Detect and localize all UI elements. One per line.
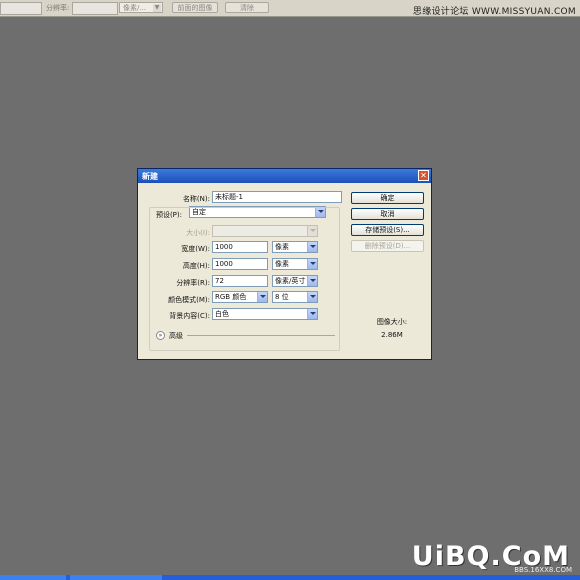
advanced-label: 高级: [169, 332, 183, 340]
units-select[interactable]: 像素/... ▼: [119, 2, 163, 13]
width-input[interactable]: 1000: [212, 241, 268, 253]
taskbar: [0, 575, 580, 580]
image-size-label: 图像大小:: [376, 318, 408, 326]
color-mode-value: RGB 颜色: [215, 293, 247, 301]
width-unit-value: 像素: [275, 243, 289, 251]
background-value: 白色: [215, 310, 229, 318]
dialog-titlebar[interactable]: 新建 ✕: [138, 169, 431, 183]
resolution-label: 分辨率(R):: [176, 279, 210, 287]
chevron-down-icon: ▼: [153, 4, 161, 12]
watermark-bottom-sub: BBS.16XX8.COM: [514, 566, 572, 574]
name-label: 名称(N):: [182, 195, 210, 203]
size-select: [212, 225, 318, 237]
color-mode-select[interactable]: RGB 颜色: [212, 291, 268, 303]
cancel-button[interactable]: 取消: [351, 208, 424, 220]
width-unit-select[interactable]: 像素: [272, 241, 318, 253]
resolution-unit-value: 像素/英寸: [275, 277, 306, 285]
height-unit-value: 像素: [275, 260, 289, 268]
bit-depth-value: 8 位: [275, 293, 289, 301]
resolution-field[interactable]: [72, 2, 118, 15]
delete-preset-button: 删除预设(D)...: [351, 240, 424, 252]
photoshop-workspace: 分辨率: 像素/... ▼ 前面的图像 清除 思缘设计论坛 WWW.MISSYU…: [0, 0, 580, 580]
name-input[interactable]: 未标题-1: [212, 191, 342, 203]
resolution-label: 分辨率:: [46, 4, 70, 12]
dialog-title: 新建: [142, 172, 158, 181]
options-field[interactable]: [0, 2, 42, 15]
chevron-down-icon: [307, 226, 317, 236]
watermark-top: 思缘设计论坛 WWW.MISSYUAN.COM: [412, 7, 576, 17]
resolution-input[interactable]: 72: [212, 275, 268, 287]
chevron-down-icon: [257, 292, 267, 302]
ok-button[interactable]: 确定: [351, 192, 424, 204]
units-select-label: 像素/...: [123, 4, 147, 12]
save-preset-button[interactable]: 存储预设(S)...: [351, 224, 424, 236]
chevron-down-icon: [307, 309, 317, 319]
new-document-dialog: 新建 ✕ 名称(N): 未标题-1 预设(P): 自定 大小(I): 宽度(W)…: [137, 168, 432, 360]
taskbar-item[interactable]: [70, 575, 162, 580]
height-input[interactable]: 1000: [212, 258, 268, 270]
close-icon[interactable]: ✕: [418, 170, 429, 181]
image-size-value: 2.86M: [381, 331, 403, 339]
background-select[interactable]: 白色: [212, 308, 318, 320]
bit-depth-select[interactable]: 8 位: [272, 291, 318, 303]
taskbar-item[interactable]: [0, 575, 66, 580]
clear-button[interactable]: 清除: [225, 2, 269, 13]
chevron-down-icon: [307, 276, 317, 286]
color-mode-label: 颜色模式(M):: [168, 296, 210, 304]
chevron-down-icon: [307, 242, 317, 252]
advanced-divider: [187, 335, 335, 336]
chevron-down-icon: [307, 292, 317, 302]
front-image-button[interactable]: 前面的图像: [172, 2, 218, 13]
resolution-unit-select[interactable]: 像素/英寸: [272, 275, 318, 287]
background-label: 背景内容(C):: [169, 312, 210, 320]
height-label: 高度(H):: [182, 262, 210, 270]
chevron-down-icon: [307, 259, 317, 269]
size-label: 大小(I):: [186, 229, 210, 237]
expand-icon[interactable]: »: [156, 331, 165, 340]
width-label: 宽度(W):: [181, 245, 210, 253]
height-unit-select[interactable]: 像素: [272, 258, 318, 270]
